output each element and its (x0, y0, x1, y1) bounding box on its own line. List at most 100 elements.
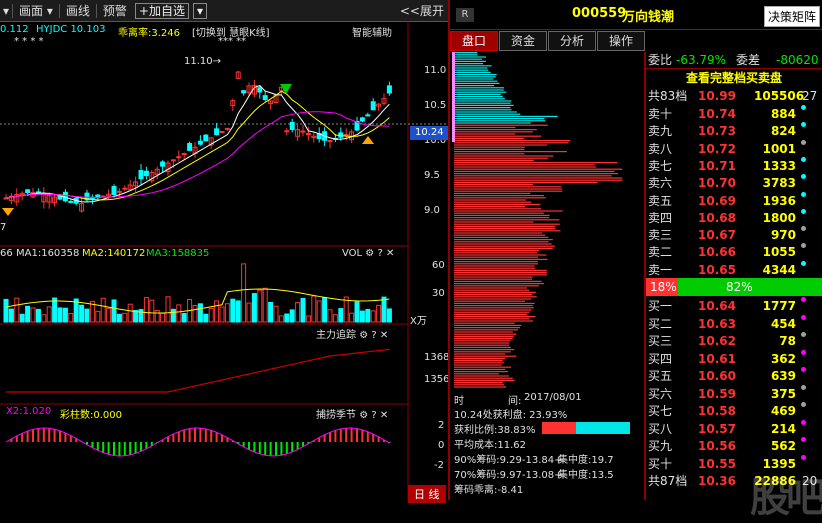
chip-bar (454, 63, 484, 65)
help-icon[interactable]: ? (371, 410, 376, 421)
vol-ma2: MA2:140172 (82, 248, 146, 259)
stock-name: 万向钱潮 (622, 10, 675, 25)
order-book-row[interactable]: 买八 10.57 214 (646, 419, 822, 438)
order-book-row[interactable]: 共83档 10.99 105506 27 (646, 87, 822, 105)
menu-arrow-icon[interactable]: ▾ (0, 0, 12, 22)
candle-body (365, 114, 371, 117)
kline-chart-area[interactable]: 0.112 HYJDC 10.103 乖离率:3.246 [切换到 慧眼K线] … (0, 22, 450, 503)
price-tick: 11.0 (424, 65, 447, 76)
order-book-row[interactable]: 卖一 10.65 4344 (646, 260, 822, 279)
level-label: 卖一 (648, 262, 673, 277)
tab-analysis[interactable]: 分析 (548, 31, 596, 51)
track-tick: 1368 (424, 352, 450, 363)
level-volume: 1936 (762, 193, 796, 208)
high-price-label: 11.10→ (184, 56, 222, 67)
order-book-row[interactable]: 卖六 10.70 3783 (646, 174, 822, 192)
chip-bar (454, 109, 512, 111)
volume-bar (122, 312, 128, 323)
chip-bar (454, 197, 546, 199)
chip-bar (454, 210, 563, 212)
chip-bar (454, 357, 506, 359)
help-icon[interactable]: ? (371, 330, 376, 341)
level-price: 10.72 (698, 141, 736, 156)
order-book-row[interactable]: 买七 10.58 469 (646, 402, 822, 420)
main-track-line (6, 348, 390, 393)
candle-body (370, 101, 376, 111)
volume-bar (338, 308, 344, 323)
toolbar-item-draw[interactable]: 画线 (60, 0, 96, 22)
value: -63.79% (676, 53, 727, 67)
toolbar-item-screen[interactable]: 画面 ▾ (13, 0, 59, 22)
chip-time-label: 时 (454, 396, 464, 407)
order-book-row[interactable]: 买六 10.59 375 (646, 384, 822, 403)
level-price: 10.68 (698, 210, 736, 225)
chip-bar (454, 78, 494, 80)
chip-bar (454, 111, 517, 113)
candle-body (160, 161, 166, 167)
order-book-row[interactable]: 卖七 10.71 1333 (646, 156, 822, 175)
add-favorite-dropdown-icon[interactable]: ▾ (193, 2, 208, 19)
order-book-row[interactable]: 买五 10.60 639 (646, 367, 822, 385)
volume-bar (154, 309, 160, 323)
level-label: 卖八 (648, 141, 673, 156)
chip-bar (454, 146, 525, 148)
chip-bar (454, 344, 510, 346)
chip-bar (454, 148, 525, 150)
close-icon[interactable]: ✕ (380, 330, 388, 341)
toolbar-item-alert[interactable]: 预警 (97, 0, 133, 22)
help-icon[interactable]: ? (377, 248, 382, 259)
smart-assist-button[interactable]: 智能辅助 (352, 24, 392, 39)
volume-bar (322, 297, 328, 323)
chip-bar (454, 324, 522, 326)
settings-icon[interactable]: ⚙ (359, 330, 368, 341)
close-icon[interactable]: ✕ (386, 248, 394, 259)
decision-matrix-button[interactable]: 决策矩阵 (764, 6, 821, 27)
level-label: 卖十 (648, 107, 673, 121)
order-book-row[interactable]: 卖八 10.72 1001 (646, 139, 822, 158)
order-book-row[interactable]: 卖二 10.66 1055 (646, 243, 822, 261)
tab-order-book[interactable]: 盘口 (450, 31, 498, 51)
order-book-row[interactable]: 卖十 10.74 884 (646, 105, 822, 123)
add-favorite-button[interactable]: +加自选 (134, 2, 189, 19)
volume-bar (149, 299, 155, 323)
chip-bar (454, 203, 541, 205)
period-button[interactable]: 日 线 (408, 485, 446, 503)
chip-bar (454, 206, 526, 208)
chip-bar (454, 318, 530, 320)
chip-bar (454, 327, 520, 329)
order-book-row[interactable]: 买四 10.61 362 (646, 349, 822, 368)
chip-bar (454, 100, 512, 102)
order-book-row[interactable]: 卖四 10.68 1800 (646, 208, 822, 227)
settings-icon[interactable]: ⚙ (359, 410, 368, 421)
close-icon[interactable]: ✕ (380, 410, 388, 421)
volume-bar (370, 310, 376, 323)
candle-body (241, 90, 247, 94)
candle-body (181, 153, 187, 156)
commission-ratio-row: 委比 -63.79% 委差 -80620 (646, 51, 822, 69)
level-volume: 824 (770, 124, 796, 139)
tab-funds[interactable]: 资金 (499, 31, 547, 51)
volume-bar (246, 302, 252, 323)
view-full-book-link[interactable]: 查看完整档买卖盘 (646, 69, 822, 87)
order-book-row[interactable]: 买三 10.62 78 (646, 332, 822, 350)
chip-bar (454, 283, 545, 285)
order-book-row[interactable]: 买二 10.63 454 (646, 314, 822, 333)
order-book-row[interactable]: 卖五 10.69 1936 (646, 191, 822, 210)
chip-bar (454, 364, 502, 366)
settings-icon[interactable]: ⚙ (365, 248, 374, 259)
order-book-row[interactable]: 买一 10.64 1777 (646, 297, 822, 315)
level-volume: 639 (770, 369, 796, 383)
chip-bar (454, 333, 517, 335)
chip-bar (454, 373, 499, 375)
expand-button[interactable]: <<展开 (400, 0, 444, 22)
volume-bar (365, 308, 371, 323)
volume-bar (305, 315, 311, 323)
level-price: 10.70 (698, 176, 736, 191)
level-label: 卖九 (648, 124, 673, 139)
level-label: 买七 (648, 404, 673, 418)
chip-bar (454, 366, 512, 368)
order-book-row[interactable]: 买九 10.56 562 (646, 437, 822, 455)
order-book-row[interactable]: 卖三 10.67 970 (646, 226, 822, 244)
tab-operation[interactable]: 操作 (597, 31, 645, 51)
order-book-row[interactable]: 卖九 10.73 824 (646, 122, 822, 140)
